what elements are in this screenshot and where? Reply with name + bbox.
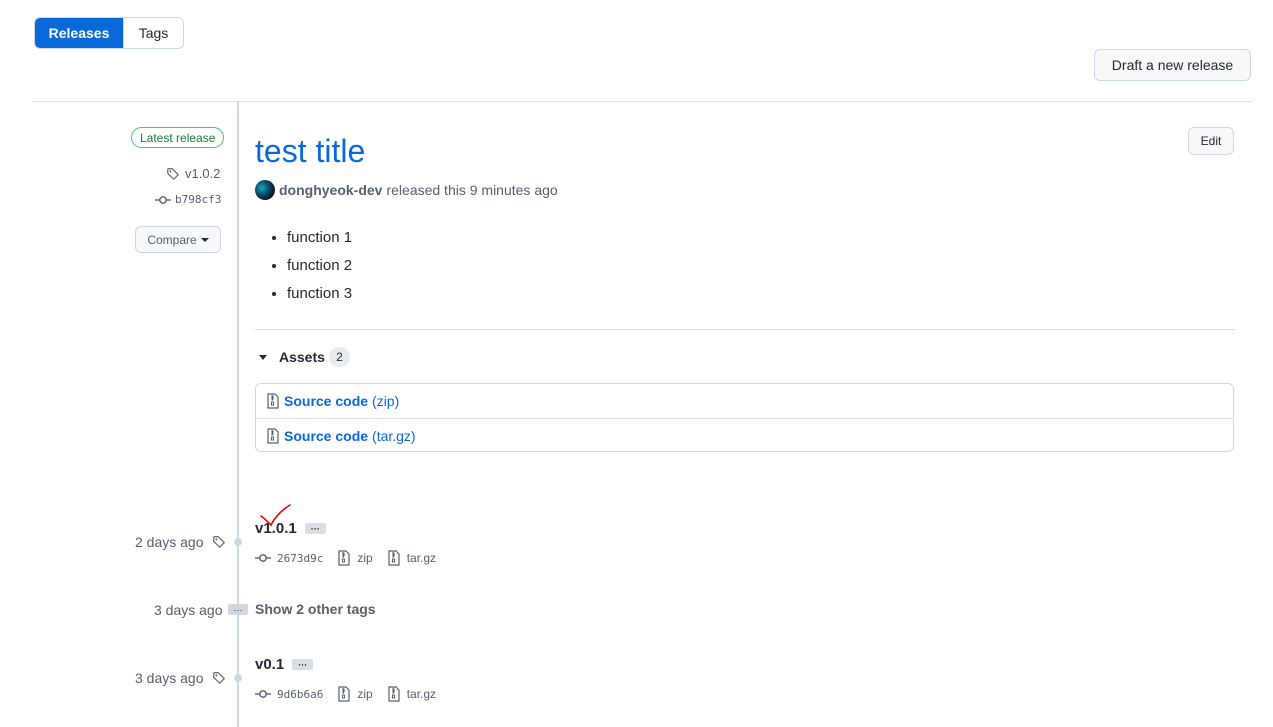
release-notes: function 1 function 2 function 3 — [287, 228, 352, 312]
compare-label: Compare — [147, 232, 197, 247]
timeline-line — [237, 102, 239, 727]
commit-icon — [255, 690, 271, 698]
assets-list: Source code (zip) Source code (tar.gz) — [255, 383, 1234, 452]
timeline-dot — [234, 674, 242, 682]
latest-release-badge: Latest release — [131, 127, 225, 148]
asset-row[interactable]: Source code (zip) — [256, 384, 1233, 418]
tag-time: 3 days ago — [135, 670, 226, 686]
tag-icon — [212, 536, 225, 548]
tab-tags[interactable]: Tags — [123, 18, 183, 48]
tag-details: 2673d9c zip tar.gz — [255, 550, 450, 566]
tag-time: 2 days ago — [135, 534, 226, 550]
release-commit-sha: b798cf3 — [175, 193, 222, 206]
commit-icon — [155, 195, 171, 204]
edit-button[interactable]: Edit — [1188, 127, 1234, 155]
file-zip-icon — [338, 686, 350, 702]
targz-label: tar.gz — [406, 687, 437, 701]
download-zip-link[interactable]: zip — [337, 686, 373, 702]
tag-icon — [167, 167, 179, 180]
tag-details: 9d6b6a6 zip tar.gz — [255, 686, 450, 702]
asset-ext: (tar.gz) — [372, 427, 416, 444]
checkmark-annotation-icon — [260, 504, 291, 527]
tab-releases[interactable]: Releases — [35, 18, 123, 48]
draft-new-release-button[interactable]: Draft a new release — [1094, 49, 1251, 81]
expand-ellipsis-button[interactable]: ··· — [304, 523, 326, 534]
asset-name-link[interactable]: Source code — [284, 428, 368, 444]
tag-time-text: 2 days ago — [135, 534, 204, 550]
avatar[interactable] — [255, 180, 275, 200]
commit-link[interactable]: 9d6b6a6 — [255, 688, 323, 701]
expand-ellipsis-button[interactable]: ··· — [292, 659, 314, 670]
assets-count-badge: 2 — [328, 347, 350, 367]
released-time-text: released this 9 minutes ago — [386, 182, 558, 198]
tag-version: v0.1 ··· — [255, 656, 314, 673]
assets-label: Assets — [279, 349, 325, 365]
file-zip-icon — [267, 393, 279, 409]
tag-time-text: 3 days ago — [135, 670, 204, 686]
divider — [33, 101, 1251, 102]
other-tags-time: 3 days ago — [154, 602, 223, 618]
releases-tags-tabs: Releases Tags — [34, 17, 184, 49]
release-tag-link[interactable]: v1.0.2 — [166, 166, 220, 181]
release-title[interactable]: test title — [255, 133, 365, 170]
tag-name-link[interactable]: v0.1 — [255, 656, 284, 673]
other-tags-time-text: 3 days ago — [154, 602, 223, 618]
tag-icon — [212, 672, 225, 684]
download-targz-link[interactable]: tar.gz — [387, 686, 436, 702]
commit-sha: 9d6b6a6 — [277, 687, 324, 701]
author-link[interactable]: donghyeok-dev — [279, 182, 382, 198]
timeline-dot — [234, 538, 242, 546]
chevron-down-icon — [200, 237, 209, 242]
asset-name-link[interactable]: Source code — [284, 393, 368, 409]
release-commit-link[interactable]: b798cf3 — [155, 193, 221, 206]
release-meta: donghyeok-dev released this 9 minutes ag… — [255, 180, 558, 200]
commit-sha: 2673d9c — [277, 551, 324, 565]
asset-ext: (zip) — [372, 393, 400, 409]
download-targz-link[interactable]: tar.gz — [387, 550, 436, 566]
download-zip-link[interactable]: zip — [337, 550, 373, 566]
timeline-ellipsis-icon: ··· — [228, 604, 248, 615]
list-item: function 1 — [287, 228, 352, 247]
asset-row[interactable]: Source code (tar.gz) — [256, 418, 1233, 452]
assets-toggle[interactable]: Assets 2 — [259, 347, 350, 367]
file-zip-icon — [388, 686, 400, 702]
commit-link[interactable]: 2673d9c — [255, 552, 323, 565]
file-zip-icon — [388, 550, 400, 566]
targz-label: tar.gz — [406, 551, 437, 565]
compare-button[interactable]: Compare — [135, 226, 221, 253]
release-tag-label: v1.0.2 — [185, 166, 221, 181]
file-zip-icon — [338, 550, 350, 566]
list-item: function 3 — [287, 284, 352, 303]
file-zip-icon — [267, 427, 279, 444]
show-other-tags-link[interactable]: Show 2 other tags — [255, 601, 376, 617]
list-item: function 2 — [287, 256, 352, 275]
chevron-down-icon — [259, 354, 267, 360]
zip-label: zip — [357, 551, 373, 565]
commit-icon — [255, 554, 271, 562]
divider — [255, 329, 1235, 330]
zip-label: zip — [357, 687, 373, 701]
